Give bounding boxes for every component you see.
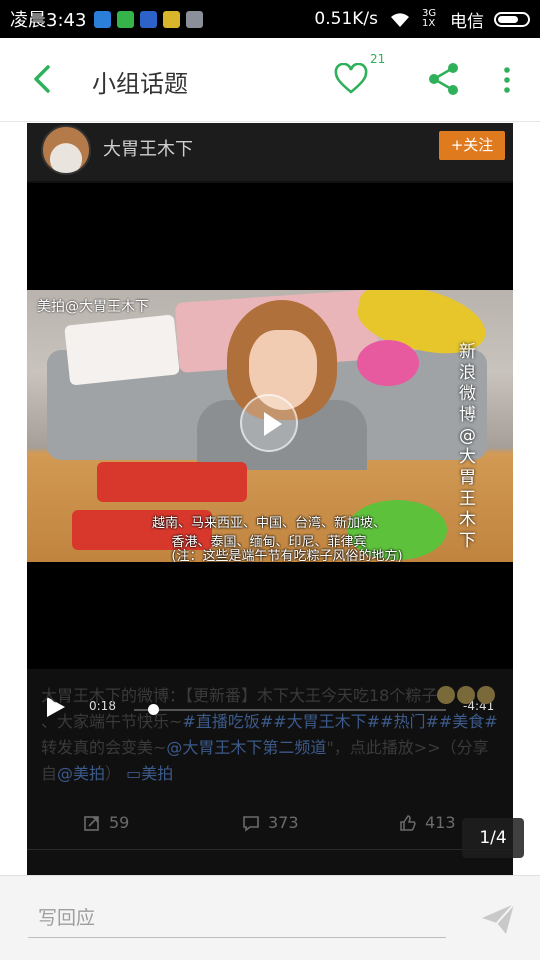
like-count: 413 [425,813,456,832]
battery-icon [494,11,530,27]
link-icon: ▭ [126,764,142,783]
meipai-link[interactable]: ▭美拍 [126,764,173,783]
post-card: 大胃王木下 +关注 美拍@大胃王木下 新浪微博@大胃王木下 越南、马来西亚、中国… [27,123,513,875]
status-app-icons [94,10,204,28]
page-title: 小组话题 [92,70,188,98]
heart-icon[interactable] [334,63,368,95]
meipai-mention-link[interactable]: @美拍 [57,764,105,783]
video-frame[interactable]: 美拍@大胃王木下 新浪微博@大胃王木下 越南、马来西亚、中国、台湾、新加坡、 香… [27,290,513,562]
thumbs-up-icon [400,814,416,831]
video-player[interactable]: 美拍@大胃王木下 新浪微博@大胃王木下 越南、马来西亚、中国、台湾、新加坡、 香… [27,183,513,717]
post-text-prefix: 大胃王木下的微博：【更新番】木下大王今天吃18个粽子 [41,686,438,705]
post-text: 大胃王木下的微博：【更新番】木下大王今天吃18个粽子、大家端午节快乐~#直播吃饭… [41,683,499,787]
shield-icon [117,10,135,28]
youtube-pillow [64,314,180,386]
reply-input[interactable]: 写回应 [28,904,446,938]
send-icon[interactable] [480,902,516,936]
comment-stat[interactable]: 373 [242,813,299,832]
game-icon [163,10,181,28]
avatar[interactable] [41,125,91,175]
more-icon[interactable] [500,64,514,96]
subtitle-note: (注：这些是端午节有吃粽子风俗的地方) [171,549,403,562]
laugh-emoji-icon [437,686,456,704]
share-icon[interactable] [428,62,460,96]
mention-link[interactable]: @大胃王木下第二频道 [166,738,326,757]
signal-text: 3G 1X [422,8,437,29]
meipai-link-label[interactable]: 美拍 [141,764,173,783]
post-header: 大胃王木下 +关注 [27,123,513,181]
status-bar: 凌晨3:43 0.51K/s 3G 1X 电信 [0,0,540,38]
app-icon-blue [94,10,112,28]
app-bar: 小组话题 21 [0,38,540,122]
divider [27,849,513,850]
post-text-close: ） [105,764,122,783]
post-text-middle: 、大家端午节快乐~ [41,712,183,731]
follow-button[interactable]: +关注 [439,131,505,160]
post-text-after-tags: 转发真的会变美~ [41,738,167,757]
pink-toy [357,340,419,386]
chat-icon [140,10,158,28]
post-stats: 59 373 413 [27,813,513,839]
net-speed: 0.51K/s [314,9,378,29]
page-indicator: 1/4 [462,818,524,858]
image-icon [186,10,204,28]
comment-icon [243,815,259,832]
comment-count: 373 [268,813,299,832]
status-time: 凌晨3:43 [10,10,87,31]
play-overlay-icon[interactable] [240,394,298,452]
repost-count: 59 [109,813,130,832]
repost-stat[interactable]: 59 [83,813,129,832]
repost-icon [84,815,99,831]
wifi-icon [391,13,409,27]
like-stat[interactable]: 413 [399,813,456,832]
hashtag-link[interactable]: #直播吃饭##大胃王木下##热门##美食# [182,712,497,731]
video-watermark: 美拍@大胃王木下 [37,299,149,315]
carrier: 电信 [450,11,484,32]
laugh-emoji-icon [477,686,496,704]
food-plate [97,462,247,502]
author-name[interactable]: 大胃王木下 [103,135,193,161]
laugh-emoji-icon [457,686,476,704]
vertical-watermark: 新浪微博@大胃王木下 [459,342,476,551]
content-area: 大胃王木下 +关注 美拍@大胃王木下 新浪微博@大胃王木下 越南、马来西亚、中国… [0,123,540,875]
like-count-badge: 21 [370,52,386,66]
subtitle-line-1a: 越南、马来西亚、中国、台湾、新加坡、 [151,516,386,531]
back-icon[interactable] [28,64,56,94]
reply-bar: 写回应 [0,875,540,960]
